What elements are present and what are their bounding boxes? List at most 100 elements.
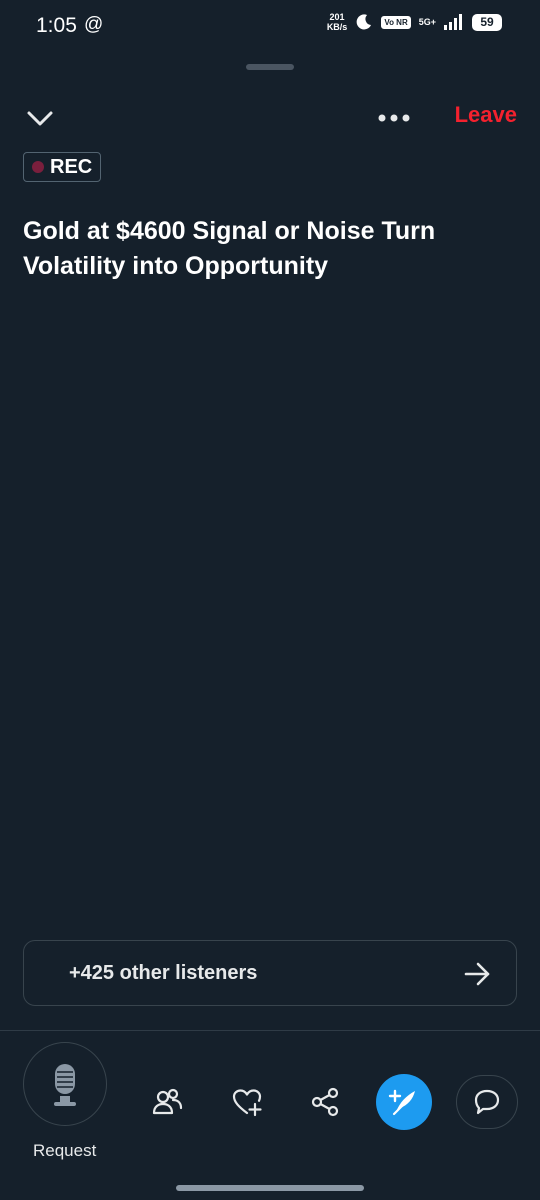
avatar <box>304 450 360 506</box>
share-button[interactable] <box>309 1086 341 1118</box>
status-bar: 1:05 @ 201 KB/s Vo NR 5G+ 59 <box>0 0 540 52</box>
participant-name: Rebel M... <box>39 850 129 871</box>
participant-card[interactable]: ابن العرا... Listener <box>270 780 394 896</box>
participant-name: Mehrub... <box>413 520 499 541</box>
space-title: Gold at $4600 Signal or Noise Turn Volat… <box>23 217 436 280</box>
participant-card[interactable]: Canvass... Listener <box>270 450 394 565</box>
participant-name: Johnpaul <box>41 520 127 541</box>
more-horizontal-icon <box>378 114 410 122</box>
avatar <box>428 615 484 671</box>
participant-card[interactable]: arasi 💎... Listener <box>270 615 394 732</box>
participant-card[interactable]: Alexand... Listener <box>394 615 518 730</box>
participant-role: Listener <box>427 371 485 388</box>
participant-name: Jacey Cr... <box>160 520 256 541</box>
participant-card[interactable]: Mubeen... Listener <box>22 286 146 389</box>
participant-name: Son Sou... <box>409 850 503 871</box>
comment-button[interactable] <box>456 1075 518 1129</box>
participant-role: Listener <box>55 712 113 729</box>
participant-name: Candy.eth <box>38 685 130 706</box>
participant-role: Listener <box>427 877 485 894</box>
participant-role: Listener <box>303 547 361 564</box>
participant-role: Listener <box>55 371 113 388</box>
microphone-icon <box>53 1063 76 1106</box>
other-listeners-label: +425 other listeners <box>69 962 258 984</box>
leave-button[interactable]: Leave <box>455 102 517 128</box>
net-speed-unit: KB/s <box>326 22 348 32</box>
drag-handle[interactable] <box>246 64 294 70</box>
participant-name: Nabila F... <box>164 344 252 365</box>
participant-name: Alexand... <box>411 685 501 706</box>
recording-badge: REC <box>23 152 102 182</box>
collapse-button[interactable] <box>24 104 56 132</box>
participant-role: Listener <box>303 371 361 388</box>
participant-name: jesse Ko... <box>161 685 255 706</box>
status-time: 1:05 <box>36 14 77 37</box>
divider <box>0 1030 540 1031</box>
participant-name: ابن العرا... <box>284 851 380 872</box>
participant-name: Precious <box>291 344 373 365</box>
avatar <box>180 780 236 836</box>
avatar <box>180 615 236 671</box>
network-type: 5G+ <box>418 17 436 27</box>
participant-card[interactable]: Precious Listener <box>270 286 394 389</box>
avatar <box>56 780 112 836</box>
participant-card[interactable]: Wagme... Listener <box>394 286 518 389</box>
avatar: GOD <box>56 615 112 671</box>
participant-role: Listener <box>303 878 361 895</box>
participant-card[interactable]: Nabila F... Listener <box>146 286 270 389</box>
avatar-logo-text: GOD <box>64 637 90 649</box>
participant-name: Canvass... <box>285 520 379 541</box>
participant-card[interactable]: GOD Candy.eth Listener <box>22 615 146 730</box>
status-icons: 201 KB/s Vo NR 5G+ 59 <box>327 12 502 32</box>
participant-card[interactable]: Son Sou... Listener <box>394 780 518 895</box>
participant-role: Listener <box>179 371 237 388</box>
battery-icon: 59 <box>472 13 502 31</box>
participant-role: Listener <box>179 877 237 894</box>
vonr-badge: Vo NR <box>381 15 411 29</box>
people-button[interactable] <box>152 1086 184 1118</box>
avatar <box>304 780 360 836</box>
top-bar: Leave <box>0 100 540 136</box>
participant-name: Edison I... <box>163 850 253 871</box>
share-icon <box>311 1087 339 1117</box>
arrow-right-icon <box>464 962 490 986</box>
recording-label: REC <box>50 155 93 178</box>
compose-button[interactable] <box>376 1074 432 1130</box>
participant-card[interactable]: Rebel M... Listener <box>22 780 146 895</box>
participant-role: Listener <box>55 547 113 564</box>
avatar <box>180 450 236 506</box>
compose-icon <box>388 1089 415 1116</box>
avatar <box>304 615 360 671</box>
participant-card[interactable]: Jacey Cr... Listener <box>146 450 270 565</box>
comment-icon <box>474 1089 499 1114</box>
avatar <box>304 278 360 334</box>
react-button[interactable] <box>231 1086 263 1118</box>
avatar <box>180 278 236 334</box>
avatar <box>428 780 484 836</box>
participant-name: Wagme... <box>414 344 498 365</box>
avatar <box>428 450 484 506</box>
request-label: Request <box>33 1141 97 1160</box>
participant-role: Listener <box>427 712 485 729</box>
participant-card[interactable]: Mehrub... Listener <box>394 450 518 565</box>
participant-card[interactable]: Johnpaul Listener <box>22 450 146 565</box>
participant-role: Listener <box>303 714 361 731</box>
participant-card[interactable]: jesse Ko... Listener <box>146 615 270 730</box>
request-mic-button[interactable] <box>23 1042 107 1126</box>
avatar <box>56 278 112 334</box>
participant-name: arasi 💎... <box>287 687 377 708</box>
people-icon <box>152 1088 183 1115</box>
moon-icon <box>356 14 372 30</box>
other-listeners-button[interactable]: +425 other listeners <box>23 940 517 1006</box>
participant-card[interactable]: Edison I... Listener <box>146 780 270 895</box>
participant-role: Listener <box>179 547 237 564</box>
net-speed-value: 201 <box>329 12 345 22</box>
home-indicator[interactable] <box>176 1185 364 1191</box>
participant-role: Listener <box>55 877 113 894</box>
participant-role: Listener <box>179 712 237 729</box>
recording-dot-icon <box>32 161 44 173</box>
more-button[interactable] <box>372 104 416 132</box>
net-speed: 201 KB/s <box>327 12 348 32</box>
status-at-icon: @ <box>84 14 104 35</box>
verified-badge-icon <box>93 638 104 649</box>
